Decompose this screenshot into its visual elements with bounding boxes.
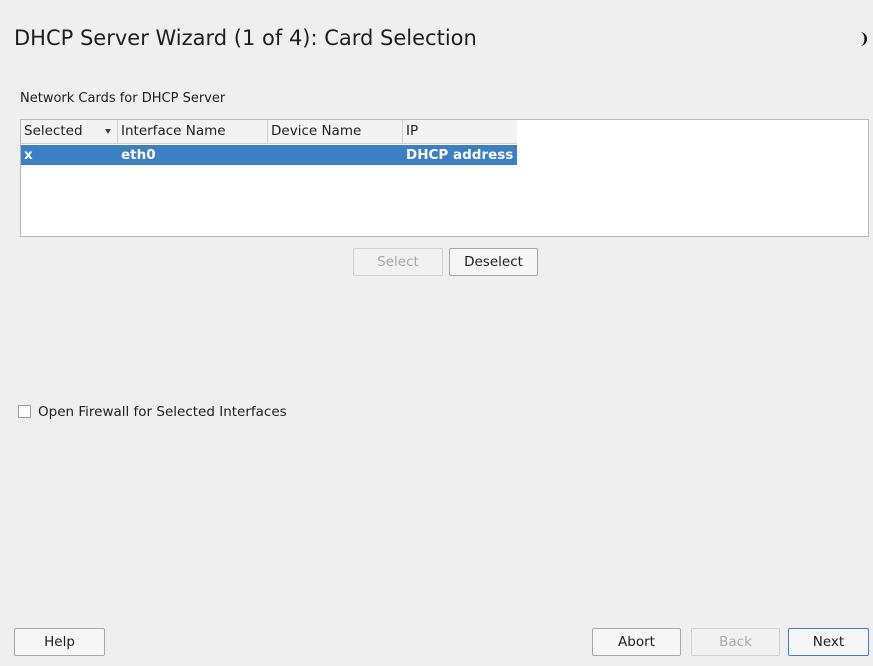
column-header-label: Device Name <box>271 123 362 139</box>
column-header-label: IP <box>406 123 419 139</box>
table-row[interactable]: x eth0 DHCP address <box>21 145 517 165</box>
open-firewall-label[interactable]: Open Firewall for Selected Interfaces <box>38 403 287 421</box>
column-header-device-name[interactable]: Device Name <box>268 120 403 143</box>
sort-descending-icon <box>105 129 111 134</box>
page-title: DHCP Server Wizard (1 of 4): Card Select… <box>14 26 477 50</box>
dhcp-wizard-window: DHCP Server Wizard (1 of 4): Card Select… <box>0 0 873 666</box>
cell-device-name <box>268 145 403 165</box>
network-cards-table[interactable]: Selected Interface Name Device Name IP x… <box>20 119 869 237</box>
column-header-label: Selected <box>24 123 83 139</box>
open-firewall-checkbox[interactable] <box>18 405 31 418</box>
abort-button[interactable]: Abort <box>592 628 681 656</box>
cell-ip: DHCP address <box>406 147 514 163</box>
help-button[interactable]: Help <box>14 628 105 656</box>
deselect-button[interactable]: Deselect <box>449 248 538 276</box>
column-header-interface-name[interactable]: Interface Name <box>118 120 268 143</box>
select-button[interactable]: Select <box>353 248 443 276</box>
table-header: Selected Interface Name Device Name IP <box>21 120 517 144</box>
cell-interface-name: eth0 <box>121 147 156 163</box>
cell-selected: x <box>24 147 33 163</box>
back-button[interactable]: Back <box>691 628 780 656</box>
next-button[interactable]: Next <box>788 628 869 656</box>
column-header-label: Interface Name <box>121 123 226 139</box>
network-cards-label: Network Cards for DHCP Server <box>20 91 226 106</box>
half-moon-icon <box>860 32 867 46</box>
column-header-selected[interactable]: Selected <box>21 120 118 143</box>
column-header-ip[interactable]: IP <box>403 120 517 143</box>
